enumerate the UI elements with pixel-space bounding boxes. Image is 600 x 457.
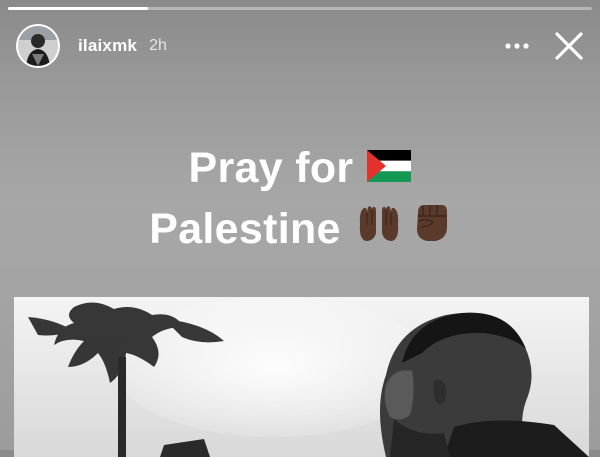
close-icon bbox=[555, 32, 583, 60]
photo-monochrome-icon bbox=[14, 297, 589, 457]
avatar-image bbox=[18, 26, 58, 66]
more-options-button[interactable] bbox=[500, 29, 534, 63]
story-photo bbox=[14, 297, 589, 457]
palestine-flag-icon bbox=[367, 138, 412, 199]
avatar-person-icon bbox=[18, 26, 58, 66]
close-button[interactable] bbox=[552, 29, 586, 63]
story-progress-fill bbox=[8, 7, 149, 10]
story-caption: Pray for Palestine bbox=[0, 138, 600, 260]
caption-line-2: Palestine bbox=[0, 199, 600, 260]
story-header: ilaixmk 2h bbox=[16, 22, 586, 70]
caption-text-2: Palestine bbox=[149, 205, 341, 253]
caption-line-1: Pray for bbox=[0, 138, 600, 199]
username[interactable]: ilaixmk bbox=[78, 36, 137, 56]
story-progress-track bbox=[8, 7, 592, 10]
post-time: 2h bbox=[149, 37, 167, 54]
raised-hands-icon bbox=[355, 199, 403, 260]
caption-text-1: Pray for bbox=[188, 144, 354, 192]
raised-fist-icon bbox=[411, 199, 451, 260]
avatar[interactable] bbox=[16, 24, 60, 68]
more-horizontal-icon bbox=[505, 43, 529, 49]
